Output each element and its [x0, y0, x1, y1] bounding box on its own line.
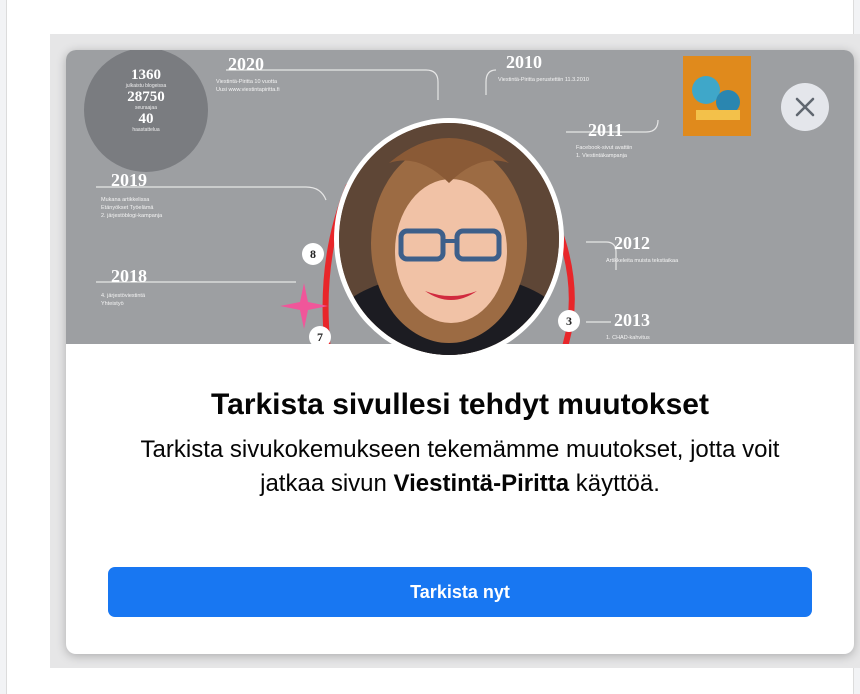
year-notes: Viestintä-Piritta perustettiin 11.3.2010: [498, 76, 668, 84]
description-text: käyttöä.: [569, 470, 660, 497]
timeline-badge: 3: [558, 310, 580, 332]
review-now-button[interactable]: Tarkista nyt: [108, 567, 812, 617]
year-label: 2010: [506, 52, 542, 72]
note-line: Viestintä-Piritta 10 vuotta: [216, 79, 278, 85]
stat-value: 40: [138, 111, 154, 127]
note-line: Facebook-sivut avattiin: [576, 145, 633, 151]
stat-value: 1360: [131, 67, 161, 83]
year-label: 2019: [111, 170, 147, 190]
year-label: 2013: [614, 310, 650, 330]
note-line: 4. järjestöviestintä: [101, 293, 146, 299]
year-notes: Mukana artikkelissa Etänyökset Työelämä …: [101, 196, 321, 220]
note-line: 1. Viestintäkampanja: [576, 153, 627, 159]
timeline-badge: 8: [302, 243, 324, 265]
note-line: Mukana artikkelissa: [101, 197, 150, 203]
close-button[interactable]: [781, 83, 829, 131]
year-label: 2012: [614, 233, 650, 253]
year-label: 2011: [588, 120, 624, 140]
book-cover-icon: [683, 56, 751, 136]
note-line: 1. CHAD-kahvitus: [606, 335, 650, 341]
year-label: 2018: [111, 266, 147, 286]
year-notes: Facebook-sivut avattiin 1. Viestintäkamp…: [576, 144, 776, 160]
note-line: 2. järjestöblogi-kampanja: [101, 213, 163, 219]
stat-value: 28750: [127, 89, 165, 105]
note-line: Yhteistyö: [101, 301, 124, 307]
profile-photo: [339, 123, 559, 355]
stats-block: 1360 julkaistu blogeissa 28750 seuraajaa…: [96, 68, 196, 134]
year-notes: 1. CHAD-kahvitus: [606, 334, 756, 342]
year-notes: Artikkeleita muista tekstiaikaa: [606, 257, 756, 265]
dialog-description: Tarkista sivukokemukseen tekemämme muuto…: [106, 433, 814, 501]
year-notes: Viestintä-Piritta 10 vuotta Uusi www.vie…: [216, 78, 426, 94]
note-line: Uusi www.viestintapiritta.fi: [216, 87, 280, 93]
dialog-title: Tarkista sivullesi tehdyt muutokset: [211, 388, 709, 421]
profile-avatar: [334, 118, 564, 360]
note-line: Artikkeleita muista tekstiaikaa: [606, 258, 679, 264]
stat-label: haastattelua: [132, 127, 160, 133]
year-notes: 4. järjestöviestintä Yhteistyö: [101, 292, 301, 308]
note-line: Etänyökset Työelämä: [101, 205, 154, 211]
close-icon: [795, 97, 815, 117]
page-name: Viestintä-Piritta: [393, 470, 570, 497]
year-label: 2020: [228, 54, 264, 74]
review-changes-dialog: 8 7 3 1360 julkaistu blogeissa 28750 seu…: [66, 50, 854, 654]
note-line: Viestintä-Piritta perustettiin 11.3.2010: [498, 77, 589, 83]
timeline-badge: 7: [309, 326, 331, 344]
